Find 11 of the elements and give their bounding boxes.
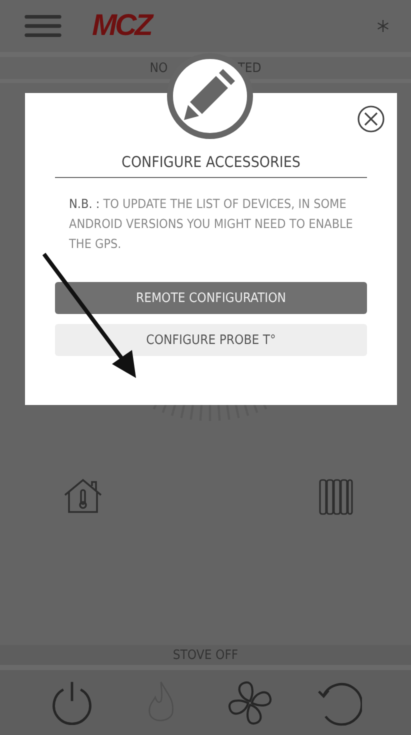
fan-icon[interactable]	[226, 680, 273, 726]
close-icon[interactable]	[357, 105, 385, 133]
dialog-title: CONFIGURE ACCESSORIES	[55, 153, 367, 178]
brand-logo: MCZ	[92, 9, 151, 43]
remote-configuration-button[interactable]: REMOTE CONFIGURATION	[55, 282, 367, 314]
configure-probe-button[interactable]: CONFIGURE PROBE T°	[55, 324, 367, 356]
dialog-note: N.B. : TO UPDATE THE LIST OF DEVICES, IN SOME ANDROID VERSIONS YOU MIGHT NEED TO ENABLE THE GPS.	[69, 195, 353, 253]
radiator-icon[interactable]	[318, 478, 354, 516]
house-thermometer-icon[interactable]	[62, 478, 104, 514]
snowflake-icon[interactable]	[377, 20, 389, 32]
menu-icon[interactable]	[24, 15, 62, 37]
